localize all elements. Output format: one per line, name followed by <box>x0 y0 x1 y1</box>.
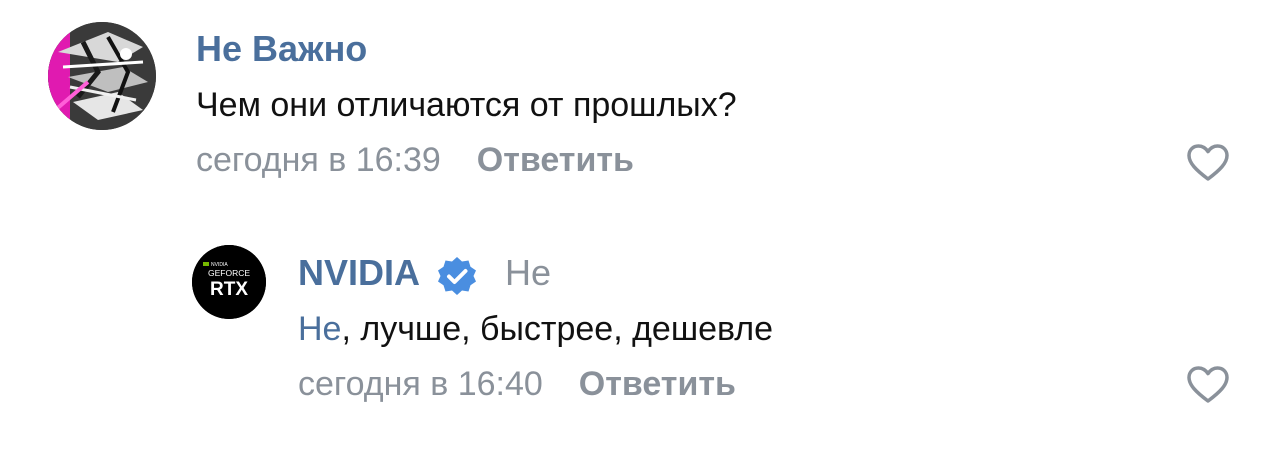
verified-badge-icon <box>438 257 476 295</box>
logo-series-text: RTX <box>210 279 248 300</box>
comment-text-rest: , лучше, быстрее, дешевле <box>341 310 774 348</box>
comment-author[interactable]: NVIDIA <box>298 252 420 294</box>
comment-meta: сегодня в 16:40 Ответить <box>298 365 736 404</box>
reply-to-name[interactable]: Не <box>505 252 551 294</box>
comment-author[interactable]: Не Важно <box>196 28 367 70</box>
abstract-art-avatar-icon <box>48 22 156 130</box>
logo-product-text: GEFORCE <box>208 268 250 278</box>
reply-button[interactable]: Ответить <box>477 141 634 179</box>
comment: Не Важно Чем они отличаются от прошлых? … <box>0 0 1280 210</box>
geforce-rtx-logo-icon: NVIDIA GEFORCE RTX <box>192 245 266 319</box>
comment-text: Чем они отличаются от прошлых? <box>196 86 737 124</box>
like-button[interactable] <box>1186 143 1230 183</box>
user-avatar[interactable] <box>48 22 156 130</box>
comment-time: сегодня в 16:40 <box>298 365 543 403</box>
user-avatar[interactable]: NVIDIA GEFORCE RTX <box>192 245 266 319</box>
comment-time: сегодня в 16:39 <box>196 141 441 179</box>
reply-button[interactable]: Ответить <box>579 365 736 403</box>
comment-text: Не, лучше, быстрее, дешевле <box>298 310 773 349</box>
heart-icon <box>1187 366 1229 403</box>
comment-meta: сегодня в 16:39 Ответить <box>196 141 634 180</box>
mention-link[interactable]: Не <box>298 310 341 348</box>
heart-icon <box>1187 144 1229 181</box>
like-button[interactable] <box>1186 365 1230 405</box>
